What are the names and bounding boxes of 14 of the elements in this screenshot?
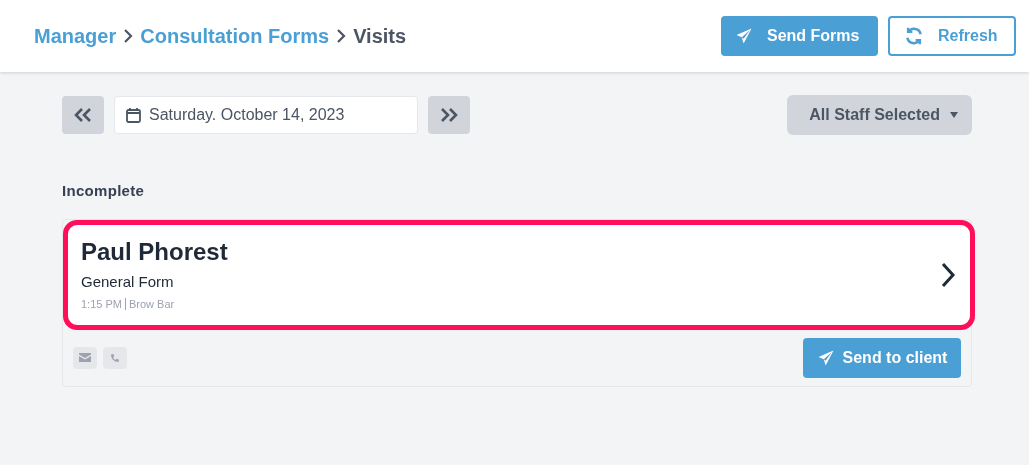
send-to-client-button[interactable]: Send to client: [803, 337, 961, 378]
staff-dropdown[interactable]: All Staff Selected: [787, 95, 972, 135]
breadcrumb-link[interactable]: Manager: [34, 21, 117, 51]
section-title: Incomplete: [62, 181, 146, 201]
visit-time: 1:15 PM: [81, 296, 122, 312]
visit-row[interactable]: Paul Phorest General Form 1:15 PM Brow Bar: [63, 219, 975, 330]
form-name: General Form: [81, 272, 175, 292]
visit-location: Brow Bar: [128, 296, 175, 312]
breadcrumb-link[interactable]: Consultation Forms: [140, 21, 330, 51]
refresh-button[interactable]: Refresh: [888, 16, 1016, 56]
date-field[interactable]: Saturday. October 14, 2023: [114, 96, 418, 134]
send-forms-button[interactable]: Send Forms: [721, 16, 878, 56]
breadcrumb-current: Visits: [353, 24, 407, 49]
client-name: Paul Phorest: [81, 237, 228, 267]
